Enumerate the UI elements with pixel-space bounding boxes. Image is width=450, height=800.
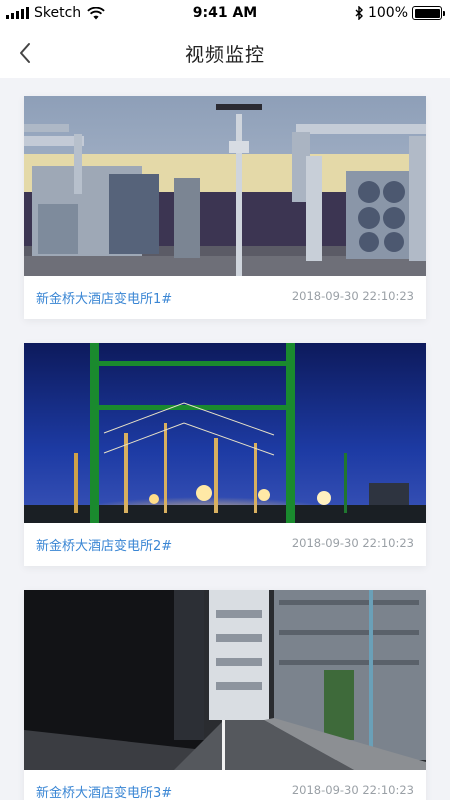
camera-card[interactable]: 新金桥大酒店变电所2# 2018-09-30 22:10:23 <box>24 343 426 566</box>
camera-thumbnail[interactable] <box>24 96 426 276</box>
camera-name[interactable]: 新金桥大酒店变电所3# <box>36 782 172 800</box>
battery-icon <box>412 6 445 20</box>
camera-timestamp: 2018-09-30 22:10:23 <box>291 536 414 550</box>
camera-timestamp: 2018-09-30 22:10:23 <box>291 783 414 797</box>
nav-bar: 视频监控 <box>0 28 450 78</box>
battery-level <box>414 8 440 18</box>
status-right: 100% <box>355 5 445 21</box>
status-bar: Sketch 9:41 AM 100% <box>0 0 450 28</box>
camera-card[interactable]: 新金桥大酒店变电所3# 2018-09-30 22:10:23 <box>24 590 426 800</box>
page-title: 视频监控 <box>184 44 265 66</box>
battery-percent: 100% <box>367 5 408 21</box>
camera-name[interactable]: 新金桥大酒店变电所1# <box>36 288 172 307</box>
camera-thumbnail[interactable] <box>24 590 426 770</box>
camera-thumbnail[interactable] <box>24 343 426 523</box>
camera-card[interactable]: 新金桥大酒店变电所1# 2018-09-30 22:10:23 <box>24 96 426 319</box>
card-footer: 新金桥大酒店变电所2# 2018-09-30 22:10:23 <box>24 523 426 566</box>
camera-list: 新金桥大酒店变电所1# 2018-09-30 22:10:23 新金桥大酒店变电… <box>0 78 450 800</box>
card-footer: 新金桥大酒店变电所1# 2018-09-30 22:10:23 <box>24 276 426 319</box>
card-footer: 新金桥大酒店变电所3# 2018-09-30 22:10:23 <box>24 770 426 800</box>
bluetooth-icon <box>355 6 363 20</box>
camera-timestamp: 2018-09-30 22:10:23 <box>291 289 414 303</box>
camera-name[interactable]: 新金桥大酒店变电所2# <box>36 535 172 554</box>
